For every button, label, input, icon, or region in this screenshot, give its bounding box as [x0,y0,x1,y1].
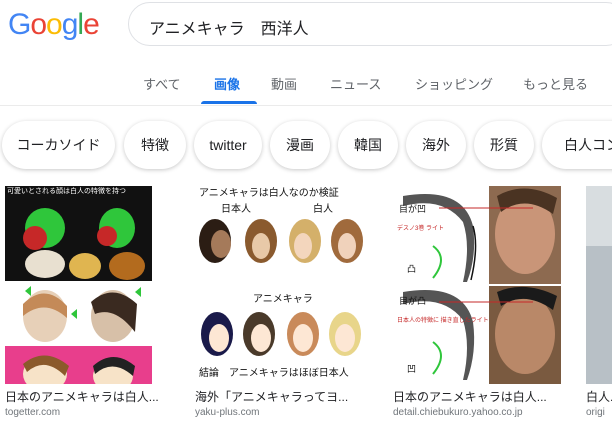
google-logo[interactable]: Google [8,8,100,42]
chip-features[interactable]: 特徴 [124,121,186,169]
thumb-label-concave: 凹 [407,364,416,374]
tab-news[interactable]: ニュース [330,74,381,93]
search-input[interactable]: アニメキャラ 西洋人 [128,2,612,46]
result-caption[interactable]: 日本のアニメキャラは白人... [5,388,170,405]
image-result[interactable]: アニメキャラは白人なのか検証 日本人 白人 アニメキャラ 結論 アニメキャラはほ… [195,186,371,426]
partial-result-image [586,186,612,384]
tab-more[interactable]: もっと見る [523,74,588,93]
result-source: origi [586,407,605,418]
result-thumbnail[interactable]: 可愛いとされる顔は白人の特徴を持つ [5,186,152,384]
anime-vs-people-image: アニメキャラは白人なのか検証 日本人 白人 アニメキャラ 結論 アニメキャラはほ… [195,186,367,384]
tab-all[interactable]: すべて [143,74,181,93]
image-result[interactable]: 可愛いとされる顔は白人の特徴を持つ 日本のアニメキャラは白人... togett… [5,186,175,426]
logo-letter: o [46,8,63,41]
chip-korea[interactable]: 韓国 [338,121,398,169]
thumb-label-2: 目が凸 [399,295,426,306]
result-caption[interactable]: 日本のアニメキャラは白人... [393,388,561,405]
chip-overseas[interactable]: 海外 [406,121,466,169]
related-search-chips: コーカソイド 特徴 twitter 漫画 韓国 海外 形質 白人コン [0,121,612,169]
result-thumbnail[interactable]: 目が凹 デスノ3巻 ライト 凸 目が凸 日本人の特徴に 描き直したライト 凹 [393,186,561,384]
result-thumbnail[interactable]: アニメキャラは白人なのか検証 日本人 白人 アニメキャラ 結論 アニメキャラはほ… [195,186,367,384]
thumb-title: 可愛いとされる顔は白人の特徴を持つ [7,186,126,195]
thumb-label-1: 目が凹 [399,203,426,214]
logo-letter: e [83,8,100,41]
logo-letter: G [8,8,31,41]
chip-manga[interactable]: 漫画 [270,121,330,169]
thumb-label-anime: アニメキャラ [253,293,313,305]
result-thumbnail[interactable] [586,186,612,384]
tab-videos[interactable]: 動画 [271,74,297,93]
thumb-label-white: 白人 [313,202,333,215]
search-tabs: すべて 画像 動画 ニュース ショッピング もっと見る [0,60,612,106]
chip-twitter[interactable]: twitter [194,121,262,169]
result-source: detail.chiebukuro.yahoo.co.jp [393,407,523,418]
logo-letter: g [61,8,79,41]
image-result[interactable]: 目が凹 デスノ3巻 ライト 凸 目が凸 日本人の特徴に 描き直したライト 凹 日… [393,186,565,426]
thumb-note-1: デスノ3巻 ライト [397,224,444,232]
result-source: yaku-plus.com [195,407,260,418]
thumb-label-japanese: 日本人 [221,202,251,215]
chip-caucasoid[interactable]: コーカソイド [2,121,115,169]
active-tab-indicator [201,101,257,104]
chip-white-complex[interactable]: 白人コン [542,121,612,169]
thumb-note-2: 日本人の特徴に 描き直したライト [397,316,489,324]
thumb-label-convex: 凸 [407,264,416,274]
result-source: togetter.com [5,407,61,418]
tab-shopping[interactable]: ショッピング [415,74,493,93]
thumb-title: アニメキャラは白人なのか検証 [199,186,339,199]
tab-images[interactable]: 画像 [214,74,240,93]
result-caption[interactable]: 海外「アニメキャラってヨ... [195,388,367,405]
image-result[interactable]: 白人... origi [586,186,612,426]
skull-comparison-image: 可愛いとされる顔は白人の特徴を持つ [5,186,152,384]
tabs-divider [0,105,612,106]
result-caption[interactable]: 白人... [586,388,612,405]
thumb-conclusion: 結論 アニメキャラはほぼ日本人 [199,366,349,379]
profile-comparison-image: 目が凹 デスノ3巻 ライト 凸 目が凸 日本人の特徴に 描き直したライト 凹 [393,186,561,384]
logo-letter: o [30,8,47,41]
search-query: アニメキャラ 西洋人 [149,21,309,38]
chip-physique[interactable]: 形質 [474,121,534,169]
